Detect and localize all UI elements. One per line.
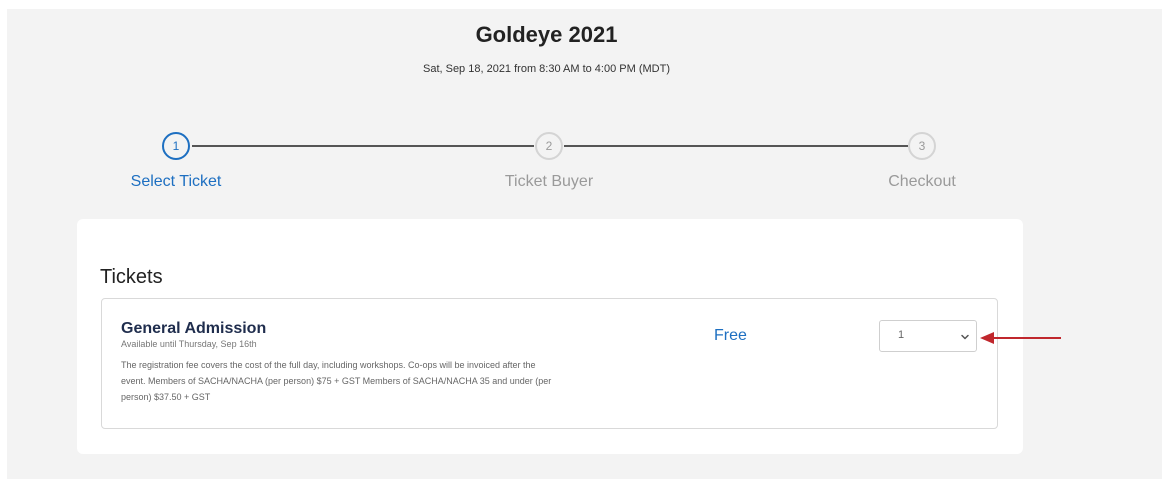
event-title: Goldeye 2021 [475, 22, 618, 47]
event-date: Sat, Sep 18, 2021 from 8:30 AM to 4:00 P… [422, 63, 670, 75]
ticket-name: General Admission [121, 320, 267, 337]
ticket-availability: Available until Thursday, Sep 16th [121, 339, 257, 349]
chevron-down-icon [961, 334, 969, 340]
step-2-indicator: 2 [535, 132, 563, 160]
stepper-connector [564, 145, 908, 147]
step-1-indicator: 1 [162, 132, 190, 160]
ticket-quantity-select[interactable]: 1 [879, 320, 977, 352]
arrow-left-icon [980, 332, 1061, 344]
ticket-price: Free [714, 327, 747, 344]
step-3-indicator: 3 [908, 132, 936, 160]
step-3-label: Checkout [888, 173, 956, 190]
tickets-heading: Tickets [100, 266, 163, 288]
ticket-quantity-value: 1 [898, 329, 905, 341]
step-2-label: Ticket Buyer [504, 173, 594, 190]
step-1-label: Select Ticket [130, 173, 222, 190]
stepper-connector [192, 145, 534, 147]
ticket-description: The registration fee covers the cost of … [121, 360, 552, 402]
